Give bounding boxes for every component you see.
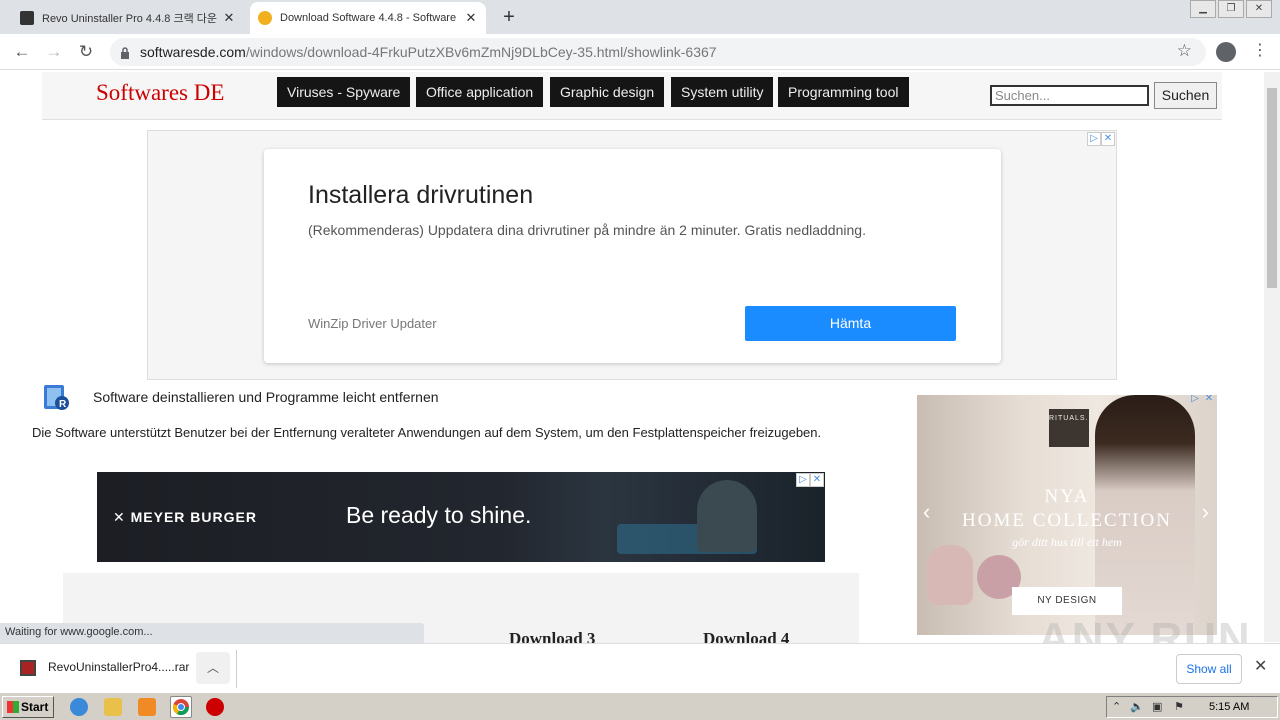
account-avatar-icon[interactable] — [1216, 42, 1236, 62]
ad-close-icon[interactable]: ✕ — [1101, 132, 1115, 146]
adchoices-icon[interactable]: ▷ — [1188, 395, 1202, 407]
tab-download-software[interactable]: Download Software 4.4.8 - Software ✕ — [250, 2, 486, 34]
search-button[interactable]: Suchen — [1154, 82, 1217, 109]
browser-toolbar: ← → ↻ softwaresde.com/windows/download-4… — [0, 34, 1280, 70]
nav-programming-tool[interactable]: Programming tool — [778, 77, 909, 107]
ad-card: Installera drivrutinen (Rekommenderas) U… — [264, 149, 1001, 363]
ad-person-image — [697, 480, 757, 552]
app-description: Die Software unterstützt Benutzer bei de… — [32, 425, 822, 440]
close-window-icon[interactable]: ✕ — [1246, 0, 1272, 18]
ad-headline-line1: NYA — [1044, 486, 1090, 507]
scrollbar-thumb[interactable] — [1267, 88, 1277, 288]
page-scrollbar[interactable] — [1264, 72, 1280, 642]
ad-slogan: Be ready to shine. — [346, 502, 532, 528]
ad-subtitle: gör ditt hus till ett hem — [1012, 535, 1122, 549]
ad-controls: ▷ ✕ — [796, 473, 824, 487]
chevron-left-icon[interactable]: ‹ — [923, 499, 930, 525]
ad-meyer-burger[interactable]: ✕ MEYER BURGER Be ready to shine. ▷ ✕ — [97, 472, 825, 562]
volume-icon[interactable]: 🔈 — [1130, 700, 1144, 713]
ad-driver-updater[interactable]: ▷ ✕ Installera drivrutinen (Rekommendera… — [147, 130, 1117, 380]
ad-headline-line2: HOME COLLECTION — [962, 510, 1172, 531]
brand-mark-icon: ✕ — [113, 509, 131, 525]
ie-icon[interactable] — [70, 698, 88, 716]
folder-icon[interactable] — [104, 698, 122, 716]
close-icon[interactable]: ✕ — [1254, 656, 1267, 676]
adchoices-icon[interactable]: ▷ — [796, 473, 810, 487]
site-logo[interactable]: Softwares DE — [96, 80, 224, 106]
nav-graphic-design[interactable]: Graphic design — [550, 77, 665, 107]
ad-description: (Rekommenderas) Uppdatera dina drivrutin… — [308, 222, 866, 238]
window-controls: ▁ ❐ ✕ — [1188, 0, 1272, 18]
ad-close-icon[interactable]: ✕ — [1202, 395, 1216, 407]
address-bar[interactable]: softwaresde.com/windows/download-4FrkuPu… — [110, 38, 1206, 66]
status-bar: Waiting for www.google.com... — [0, 623, 424, 643]
nav-system-utility[interactable]: System utility — [671, 77, 774, 107]
clock[interactable]: 5:15 AM — [1209, 701, 1249, 713]
start-button[interactable]: Start — [2, 696, 54, 718]
ad-title[interactable]: Installera drivrutinen — [308, 181, 533, 210]
chevron-up-icon[interactable]: ︿ — [196, 652, 230, 684]
lock-icon — [120, 46, 130, 59]
ad-headline: NYA HOME COLLECTION — [917, 485, 1217, 533]
svg-text:R: R — [59, 399, 67, 410]
browser-menu-icon[interactable]: ⋮ — [1252, 40, 1268, 60]
vase-image — [927, 545, 973, 605]
divider — [236, 650, 237, 688]
windows-flag-icon — [7, 701, 19, 713]
ad-rituals[interactable]: RITUALS... NYA HOME COLLECTION gör ditt h… — [917, 395, 1217, 635]
media-player-icon[interactable] — [138, 698, 156, 716]
nav-office-application[interactable]: Office application — [416, 77, 544, 107]
search-input[interactable]: Suchen... — [990, 85, 1149, 106]
show-all-button[interactable]: Show all — [1176, 654, 1242, 684]
close-icon[interactable]: ✕ — [222, 10, 236, 26]
tab-strip: Revo Uninstaller Pro 4.4.8 크랙 다운 ✕ Downl… — [0, 0, 1280, 34]
page-icon — [20, 11, 34, 25]
revo-app-icon: R — [42, 383, 72, 411]
url-path: /windows/download-4FrkuPutzXBv6mZmNj9DLb… — [245, 44, 717, 60]
minimize-icon[interactable]: ▁ — [1190, 0, 1216, 18]
tab-title: Revo Uninstaller Pro 4.4.8 크랙 다운 — [42, 13, 217, 25]
antivirus-icon[interactable] — [206, 698, 224, 716]
app-title: Software deinstallieren und Programme le… — [93, 389, 439, 405]
ad-brand: ✕ MEYER BURGER — [113, 509, 257, 526]
start-label: Start — [21, 700, 49, 714]
bookmark-star-icon[interactable]: ☆ — [1177, 41, 1192, 61]
reload-icon[interactable]: ↻ — [76, 42, 96, 62]
download-filename[interactable]: RevoUninstallerPro4.....rar — [48, 660, 189, 674]
restore-icon[interactable]: ❐ — [1218, 0, 1244, 18]
back-arrow-icon[interactable]: ← — [12, 42, 32, 62]
flag-icon[interactable]: ⚑ — [1174, 700, 1184, 713]
tab-title: Download Software 4.4.8 - Software — [280, 12, 457, 24]
ad-close-icon[interactable]: ✕ — [810, 473, 824, 487]
tab-revo[interactable]: Revo Uninstaller Pro 4.4.8 크랙 다운 ✕ — [12, 2, 244, 34]
adchoices-icon[interactable]: ▷ — [1087, 132, 1101, 146]
new-tab-button[interactable]: + — [498, 6, 520, 29]
site-favicon-icon — [258, 11, 272, 25]
tray-arrow-icon[interactable]: ⌃ — [1112, 700, 1121, 713]
close-icon[interactable]: ✕ — [464, 10, 478, 26]
ad-cta-button[interactable]: NY DESIGN — [1012, 587, 1122, 615]
ad-controls: ▷ ✕ — [1188, 395, 1216, 407]
nav-viruses-spyware[interactable]: Viruses - Spyware — [277, 77, 411, 107]
network-icon[interactable]: ▣ — [1152, 700, 1162, 713]
site-header: Softwares DE Viruses - Spyware Office ap… — [42, 72, 1222, 120]
ad-brand: WinZip Driver Updater — [308, 316, 437, 331]
chrome-icon[interactable] — [170, 696, 192, 718]
forward-arrow-icon[interactable]: → — [44, 42, 64, 62]
windows-taskbar: Start ⌃ 🔈 ▣ ⚑ 5:15 AM — [0, 692, 1280, 720]
ad-brand-text: MEYER BURGER — [130, 509, 257, 525]
ad-controls: ▷ ✕ — [1087, 132, 1115, 146]
chevron-right-icon[interactable]: › — [1202, 499, 1209, 525]
rar-file-icon — [20, 660, 36, 676]
ad-download-button[interactable]: Hämta — [745, 306, 956, 341]
url-domain: softwaresde.com — [140, 44, 246, 60]
rituals-logo: RITUALS... — [1049, 409, 1093, 447]
download-shelf: RevoUninstallerPro4.....rar ︿ Show all ✕ — [0, 643, 1280, 692]
